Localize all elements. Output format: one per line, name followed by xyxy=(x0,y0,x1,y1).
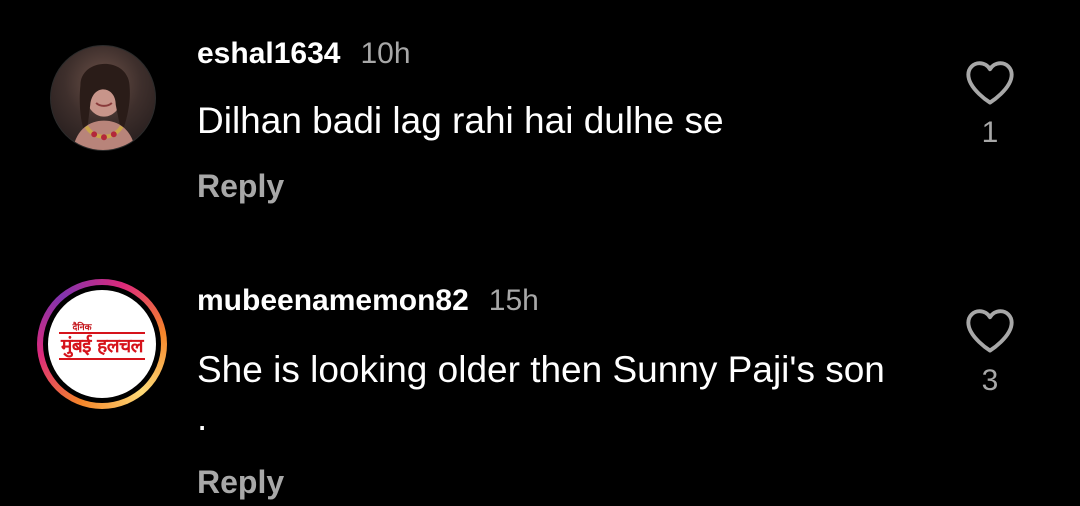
heart-outline-icon[interactable] xyxy=(964,58,1016,106)
comment-text: Dilhan badi lag rahi hai dulhe se xyxy=(197,100,724,141)
like-group: 3 xyxy=(960,306,1020,398)
reply-button[interactable]: Reply xyxy=(197,168,284,205)
comment-meta: mubeenamemon82 15h xyxy=(197,284,539,324)
comment-text: She is looking older then Sunny Paji's s… xyxy=(197,349,885,438)
comment-meta: eshal1634 10h xyxy=(197,37,411,77)
username[interactable]: eshal1634 xyxy=(197,37,340,71)
logo-small-text: दैनिक xyxy=(72,322,92,332)
avatar-ring-gap: दैनिक मुंबई हलचल xyxy=(43,285,161,403)
like-count: 3 xyxy=(981,364,999,397)
username[interactable]: mubeenamemon82 xyxy=(197,284,469,318)
like-count: 1 xyxy=(981,116,999,149)
heart-outline-icon[interactable] xyxy=(964,306,1016,354)
timestamp: 10h xyxy=(360,37,411,70)
like-group: 1 xyxy=(960,58,1020,150)
reply-button[interactable]: Reply xyxy=(197,464,284,501)
timestamp: 15h xyxy=(488,284,539,317)
avatar: दैनिक मुंबई हलचल xyxy=(48,290,156,398)
avatar[interactable] xyxy=(50,45,156,151)
logo-text: मुंबई हलचल xyxy=(58,332,146,360)
profile-photo-icon xyxy=(72,63,136,150)
avatar-story-ring[interactable]: दैनिक मुंबई हलचल xyxy=(37,279,167,409)
